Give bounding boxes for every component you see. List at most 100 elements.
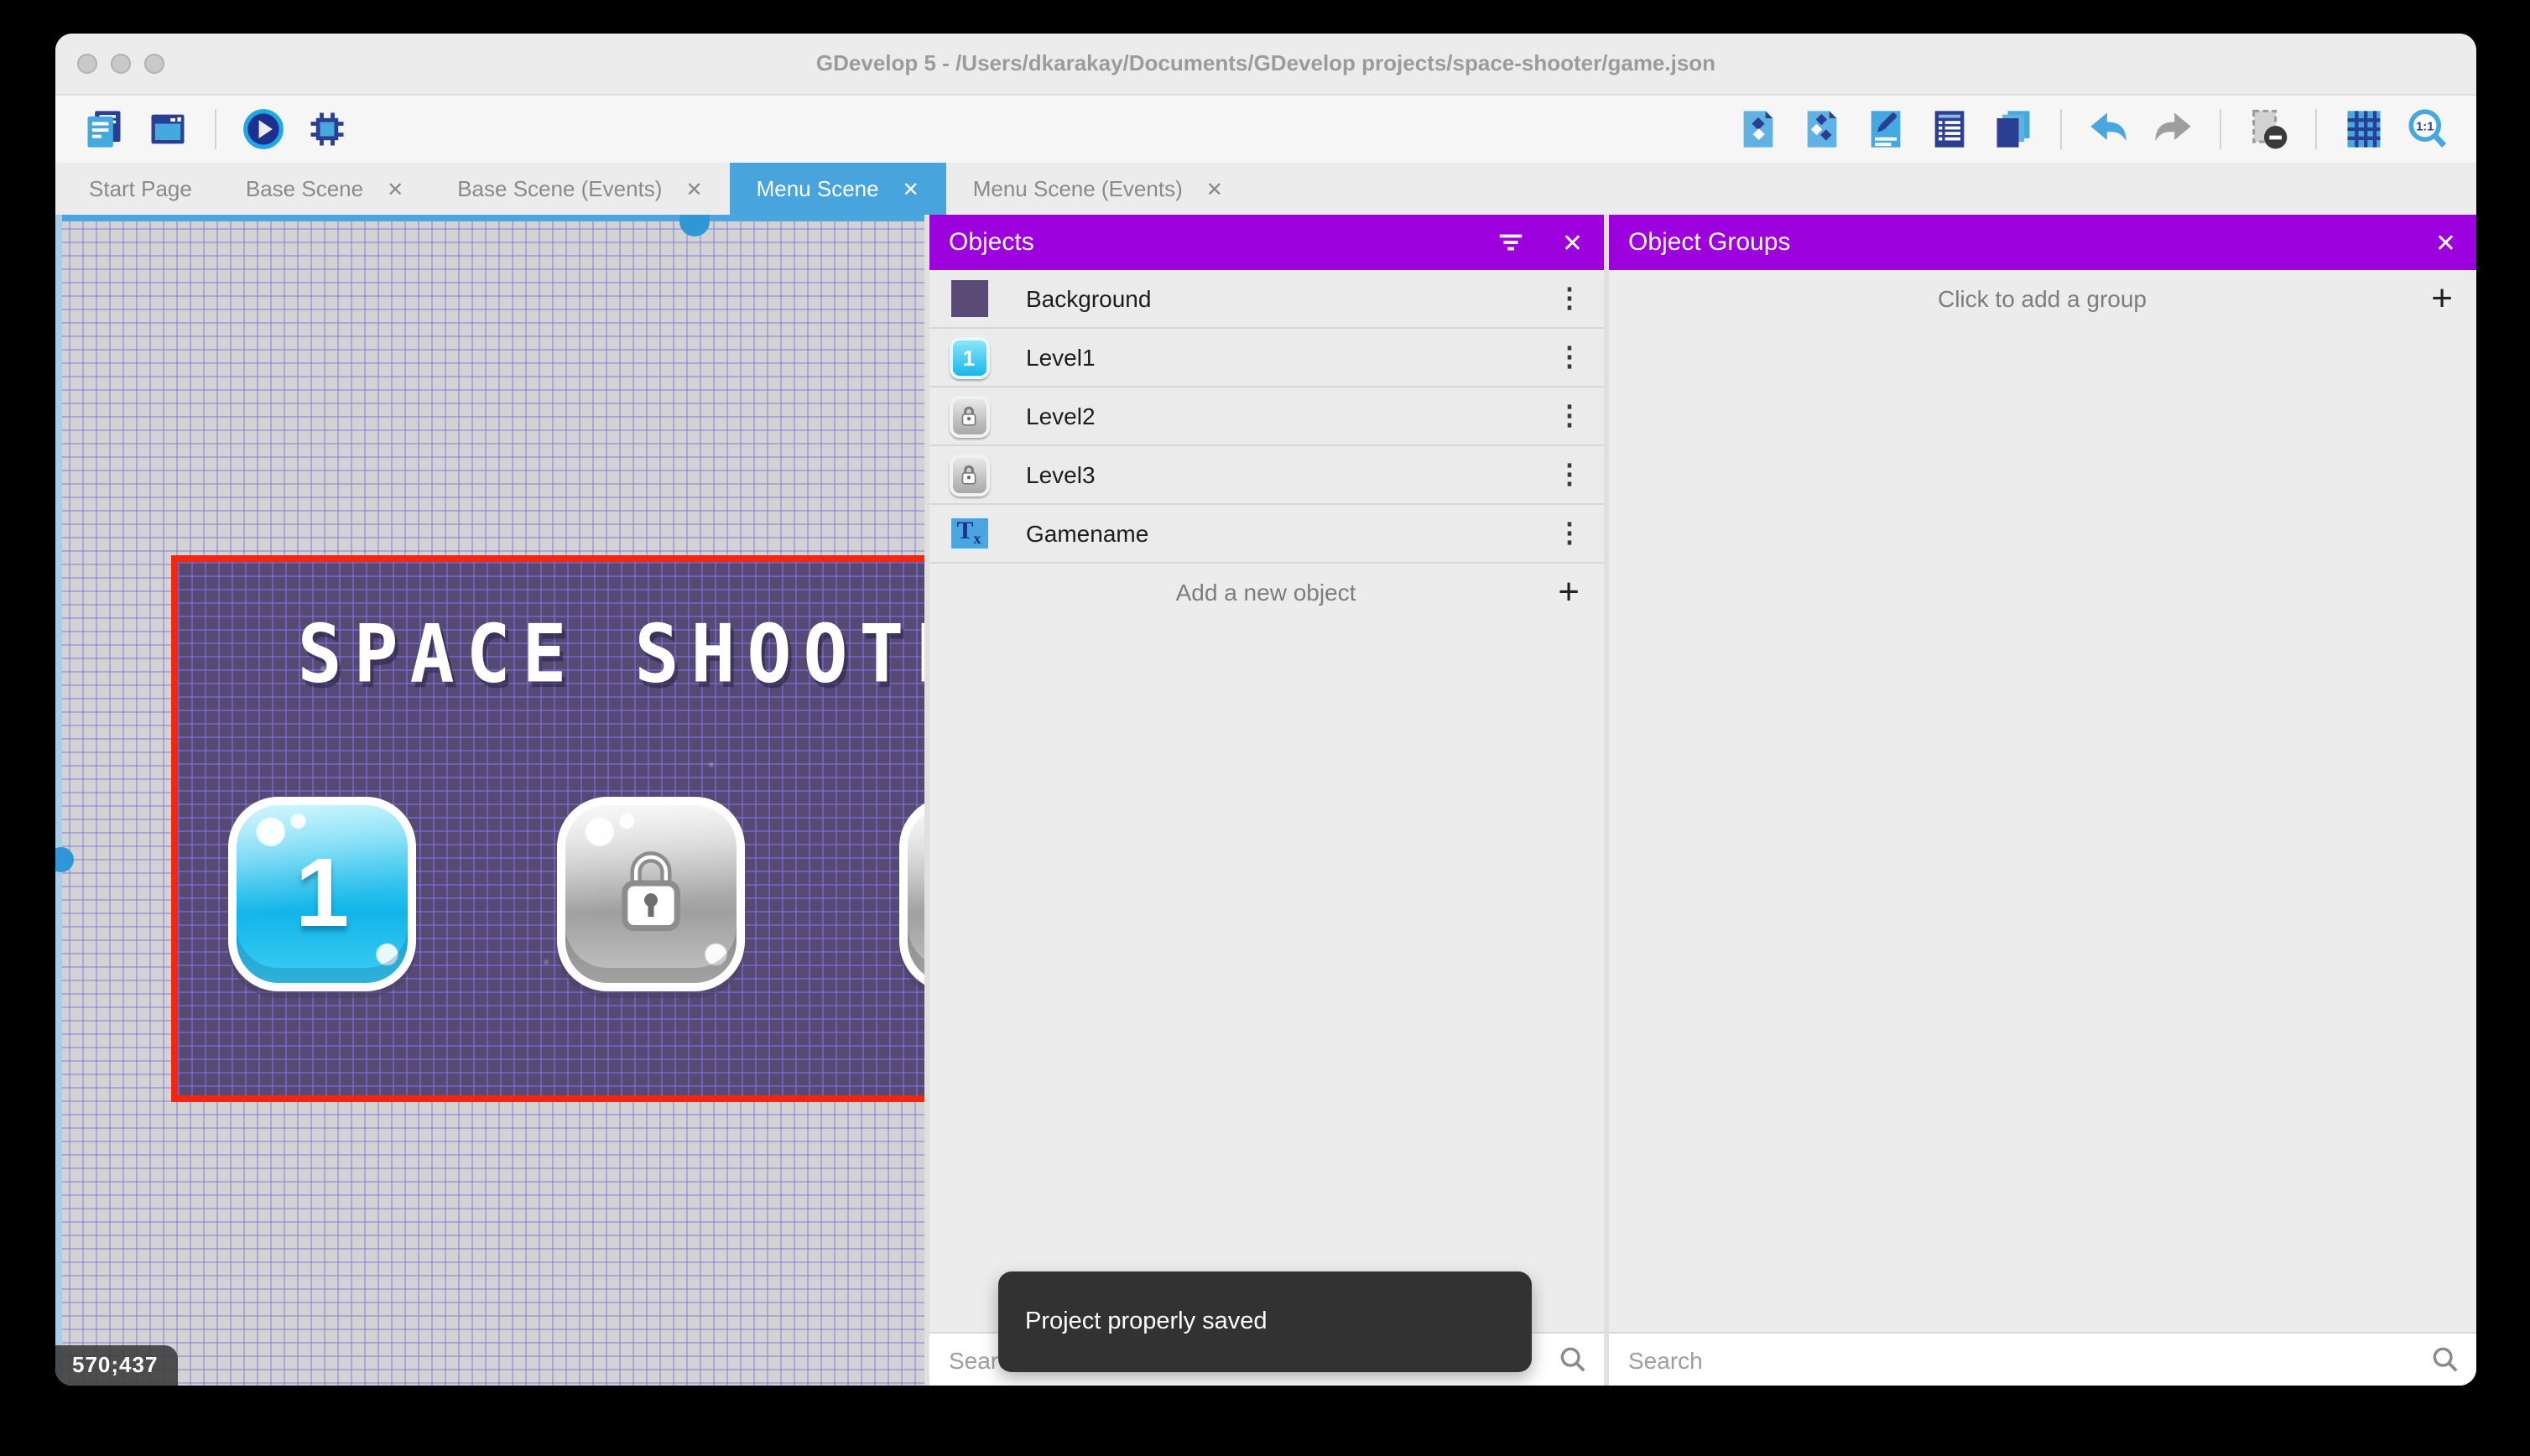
open-object-groups-panel-button[interactable] (1795, 102, 1849, 156)
close-window-button[interactable] (77, 54, 97, 74)
filter-icon[interactable] (1497, 228, 1525, 257)
cursor-coordinates: 570;437 (55, 1345, 179, 1386)
object-menu-icon[interactable]: ⋮ (1556, 458, 1583, 491)
play-icon (242, 107, 285, 151)
object-groups-panel-icon (1800, 107, 1844, 151)
horizontal-scrollbar[interactable] (55, 215, 924, 221)
text-object-thumbnail: Tx (949, 513, 989, 554)
horizontal-scrollbar-thumb[interactable] (679, 215, 710, 237)
zoom-window-button[interactable] (144, 54, 164, 74)
tab-label: Menu Scene (756, 176, 879, 201)
level1-button-thumbnail: 1 (949, 336, 989, 378)
mask-instance-icon (2246, 107, 2290, 151)
toggle-grid-button[interactable] (2337, 102, 2391, 156)
vertical-scrollbar-thumb[interactable] (55, 847, 74, 872)
open-objects-panel-button[interactable] (1731, 102, 1785, 156)
svg-text:1:1: 1:1 (2416, 120, 2434, 133)
close-icon[interactable]: ✕ (2435, 227, 2456, 257)
object-menu-icon[interactable]: ⋮ (1556, 282, 1583, 315)
object-name: Level2 (1026, 403, 1096, 429)
scene-window-icon (146, 107, 190, 151)
object-row-level3[interactable]: Level3 ⋮ (929, 446, 1603, 505)
open-scene-button[interactable] (141, 102, 195, 156)
object-row-level1[interactable]: 1 Level1 ⋮ (929, 329, 1603, 387)
project-manager-button[interactable] (77, 102, 131, 156)
level1-button-instance[interactable]: 1 (228, 797, 416, 991)
minimize-window-button[interactable] (111, 54, 131, 74)
object-groups-panel-title: Object Groups (1628, 228, 1791, 257)
open-layers-panel-button[interactable] (1986, 102, 2040, 156)
level1-number-label: 1 (294, 839, 350, 948)
object-name: Level1 (1026, 344, 1096, 371)
tab-label: Base Scene (Events) (457, 176, 663, 201)
object-groups-panel-header: Object Groups ✕ (1608, 215, 2476, 270)
tab-label: Base Scene (245, 176, 364, 201)
tab-base-scene-events[interactable]: Base Scene (Events) ✕ (430, 163, 729, 215)
add-object-button[interactable]: Add a new object + (929, 564, 1603, 621)
groups-search-bar (1608, 1334, 2476, 1386)
mask-instance-button[interactable] (2241, 102, 2295, 156)
window-title: GDevelop 5 - /Users/dkarakay/Documents/G… (815, 50, 1716, 75)
objects-panel-icon (1736, 107, 1780, 151)
object-groups-panel: Object Groups ✕ Click to add a group + (1608, 215, 2476, 1386)
object-menu-icon[interactable]: ⋮ (1556, 517, 1583, 550)
selected-scene-background-instance[interactable]: SPACE SHOOTER 1 (171, 555, 924, 1102)
tab-menu-scene[interactable]: Menu Scene ✕ (729, 163, 946, 215)
tabbar: Start Page Base Scene ✕ Base Scene (Even… (55, 163, 2476, 215)
tab-start-page[interactable]: Start Page (62, 163, 219, 215)
toolbar: 1:1 (55, 94, 2476, 163)
toolbar-separator (2060, 109, 2062, 149)
level3-locked-button-instance[interactable] (899, 797, 924, 991)
object-name: Gamename (1026, 520, 1149, 547)
toolbar-separator (2220, 109, 2221, 149)
project-manager-icon (82, 107, 126, 151)
layers-panel-icon (1991, 107, 2035, 151)
debug-button[interactable] (300, 102, 354, 156)
plus-icon: + (1558, 570, 1580, 612)
gdevelop-window: GDevelop 5 - /Users/dkarakay/Documents/G… (55, 34, 2476, 1386)
tab-label: Start Page (89, 176, 192, 201)
level2-locked-button-instance[interactable] (557, 797, 745, 991)
object-menu-icon[interactable]: ⋮ (1556, 341, 1583, 374)
groups-search-input[interactable] (1608, 1346, 2476, 1373)
properties-panel-icon (1864, 107, 1908, 151)
object-row-level2[interactable]: Level2 ⋮ (929, 387, 1603, 446)
zoom-original-icon: 1:1 (2406, 107, 2449, 151)
objects-panel-header: Objects ✕ (929, 215, 1603, 270)
undo-button[interactable] (2082, 102, 2136, 156)
tab-close-icon[interactable]: ✕ (387, 177, 403, 200)
objects-panel: Objects ✕ Background ⋮ 1 Level1 ⋮ Level2 (929, 215, 1603, 1386)
zoom-original-button[interactable]: 1:1 (2401, 102, 2455, 156)
add-object-label: Add a new object (1175, 579, 1356, 606)
tab-base-scene[interactable]: Base Scene ✕ (219, 163, 430, 215)
game-title-text-instance[interactable]: SPACE SHOOTER (178, 609, 924, 701)
tab-menu-scene-events[interactable]: Menu Scene (Events) ✕ (946, 163, 1250, 215)
vertical-scrollbar[interactable] (55, 215, 62, 1386)
tab-close-icon[interactable]: ✕ (903, 177, 919, 200)
object-name: Background (1026, 285, 1152, 312)
traffic-lights (77, 54, 164, 74)
titlebar: GDevelop 5 - /Users/dkarakay/Documents/G… (55, 34, 2476, 94)
scene-canvas[interactable]: SPACE SHOOTER 1 570;437 (55, 215, 924, 1386)
object-row-gamename[interactable]: Tx Gamename ⋮ (929, 505, 1603, 564)
tab-close-icon[interactable]: ✕ (685, 177, 702, 200)
search-icon (1558, 1345, 1586, 1374)
background-thumbnail (949, 278, 989, 319)
tab-close-icon[interactable]: ✕ (1206, 177, 1223, 200)
debug-icon (305, 107, 349, 151)
redo-button[interactable] (2146, 102, 2199, 156)
tab-label: Menu Scene (Events) (972, 176, 1183, 201)
plus-icon: + (2431, 277, 2453, 319)
play-scene-button[interactable] (237, 102, 290, 156)
open-properties-panel-button[interactable] (1859, 102, 1913, 156)
close-icon[interactable]: ✕ (1562, 227, 1583, 257)
object-row-background[interactable]: Background ⋮ (929, 270, 1603, 329)
locked-button-thumbnail (949, 395, 989, 437)
desktop: GDevelop 5 - /Users/dkarakay/Documents/G… (0, 0, 2530, 1456)
locked-button-thumbnail (949, 454, 989, 496)
add-group-button[interactable]: Click to add a group + (1608, 270, 2476, 327)
object-menu-icon[interactable]: ⋮ (1556, 399, 1583, 433)
redo-icon (2151, 107, 2194, 151)
open-instances-list-button[interactable] (1923, 102, 1976, 156)
lock-icon (606, 841, 696, 947)
